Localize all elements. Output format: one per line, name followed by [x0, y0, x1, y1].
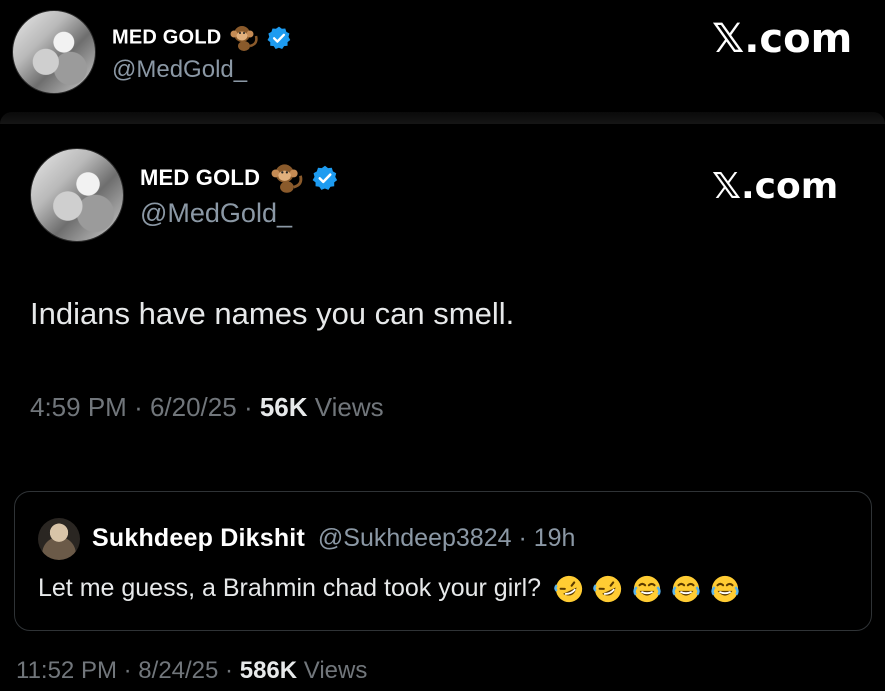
footer-date[interactable]: 8/24/25 — [138, 657, 218, 684]
quote-text-row: Let me guess, a Brahmin chad took your g… — [38, 574, 740, 604]
outer-brand-label: 𝕏.com — [712, 16, 853, 62]
main-tweet-date[interactable]: 6/20/25 — [150, 392, 237, 422]
footer-time[interactable]: 11:52 PM — [16, 657, 117, 684]
face-with-tears-of-joy-emoji-icon — [633, 576, 661, 603]
quoted-tweet-card[interactable] — [14, 491, 872, 631]
verified-badge-icon — [267, 26, 291, 50]
main-avatar[interactable] — [30, 148, 124, 242]
outer-author-handle[interactable]: @MedGold_ — [112, 56, 247, 84]
face-with-tears-of-joy-emoji-icon — [672, 576, 700, 603]
main-tweet-views-count: 56K — [259, 392, 308, 422]
main-tweet-text: Indians have names you can smell. — [30, 296, 515, 331]
footer-views-label: Views — [303, 657, 368, 684]
footer-meta: 11:52 PM · 8/24/25 · 586K Views — [16, 657, 368, 684]
monkey-emoji-icon — [271, 164, 302, 193]
main-author-handle[interactable]: @MedGold_ — [140, 198, 292, 229]
outer-author-name[interactable]: MED GOLD — [112, 27, 221, 49]
footer-views-count: 586K — [239, 657, 298, 684]
main-tweet-time[interactable]: 4:59 PM — [30, 392, 127, 422]
monkey-emoji-icon — [230, 26, 258, 51]
face-with-tears-of-joy-emoji-icon — [711, 576, 739, 603]
main-tweet-views-label: Views — [314, 392, 384, 422]
quote-author-name[interactable]: Sukhdeep Dikshit — [92, 524, 305, 552]
rolling-on-floor-laughing-emoji-icon — [593, 576, 622, 603]
quote-text: Let me guess, a Brahmin chad took your g… — [38, 574, 542, 602]
quote-avatar[interactable] — [38, 518, 80, 560]
main-tweet-meta: 4:59 PM · 6/20/25 · 56K Views — [30, 392, 384, 422]
card-divider — [0, 112, 885, 124]
outer-avatar[interactable] — [12, 10, 96, 94]
verified-badge-icon — [312, 165, 338, 190]
quote-author-handle[interactable]: @Sukhdeep3824 — [318, 524, 512, 552]
quote-author-row: Sukhdeep Dikshit @Sukhdeep3824 · 19h — [92, 524, 576, 552]
rolling-on-floor-laughing-emoji-icon — [554, 576, 583, 603]
quote-age[interactable]: 19h — [534, 524, 576, 552]
outer-author-row: MED GOLD — [112, 24, 292, 51]
main-author-row: MED GOLD — [140, 162, 339, 193]
main-brand-label: 𝕏.com — [712, 166, 839, 207]
main-author-name[interactable]: MED GOLD — [140, 165, 260, 190]
